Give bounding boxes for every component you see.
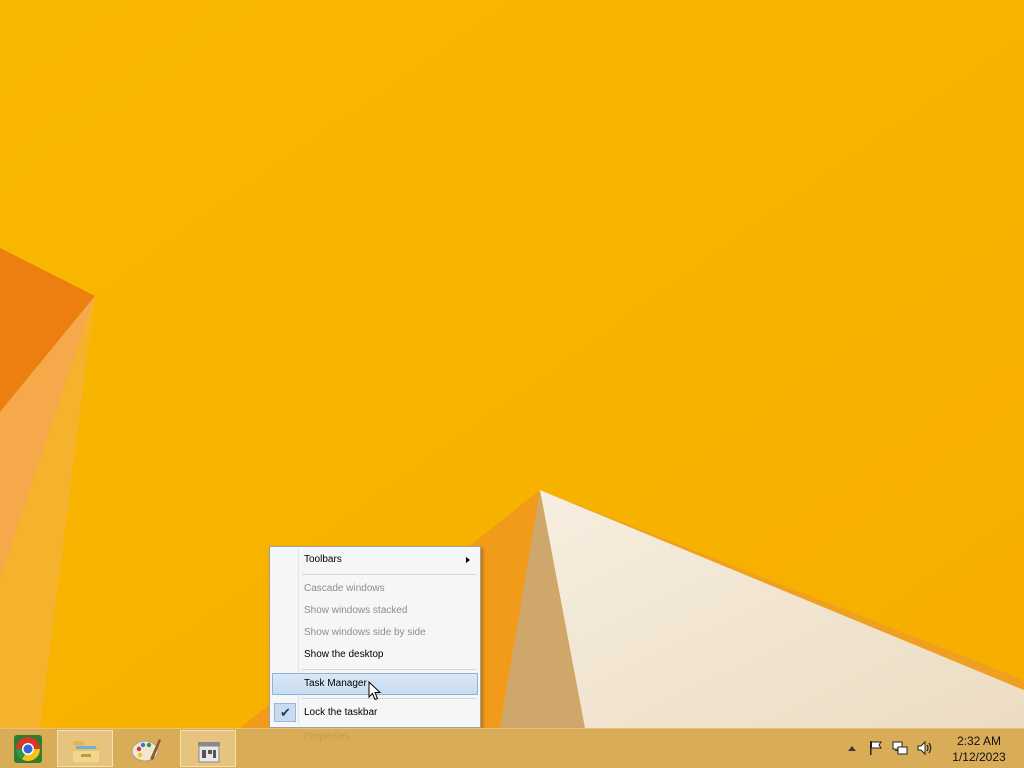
taskbar-clock[interactable]: 2:32 AM 1/12/2023 [940, 733, 1018, 765]
menu-item-properties[interactable]: Properties [304, 731, 350, 742]
menu-item-label: Cascade windows [304, 583, 385, 594]
clock-time: 2:32 AM [956, 734, 1002, 748]
checkmark-icon: ✔ [274, 703, 296, 722]
menu-separator [302, 698, 476, 699]
taskbar-store-button[interactable] [180, 730, 236, 767]
taskbar-file-explorer-button[interactable] [57, 730, 113, 767]
submenu-arrow-icon [466, 557, 470, 563]
chrome-icon [14, 735, 42, 763]
network-icon[interactable] [892, 740, 908, 756]
menu-separator [302, 669, 476, 670]
wallpaper [0, 0, 1024, 728]
menu-item-label: Lock the taskbar [304, 707, 378, 718]
menu-item-label: Toolbars [304, 554, 342, 565]
menu-item-label: Task Manager [304, 678, 367, 689]
action-center-flag-icon[interactable] [868, 740, 884, 756]
mouse-cursor-icon [368, 681, 382, 701]
menu-item-label: Show windows stacked [304, 605, 408, 616]
clock-date: 1/12/2023 [952, 750, 1006, 764]
menu-item-label: Show windows side by side [304, 627, 426, 638]
menu-item-lock-the-taskbar[interactable]: ✔ Lock the taskbar [272, 702, 478, 724]
file-explorer-icon [73, 741, 99, 762]
paint-icon [131, 739, 161, 762]
store-icon [198, 742, 220, 763]
taskbar[interactable]: Properties 2:32 AM 1/12/2023 [0, 728, 1024, 768]
menu-separator [302, 574, 476, 575]
show-hidden-icons-arrow[interactable] [848, 746, 856, 751]
menu-item-show-windows-side-by-side[interactable]: Show windows side by side [272, 622, 478, 644]
menu-item-cascade-windows[interactable]: Cascade windows [272, 578, 478, 600]
menu-item-toolbars[interactable]: Toolbars [272, 549, 478, 571]
menu-item-show-windows-stacked[interactable]: Show windows stacked [272, 600, 478, 622]
taskbar-paint-button[interactable] [118, 730, 174, 767]
volume-icon[interactable] [916, 740, 934, 756]
menu-item-show-the-desktop[interactable]: Show the desktop [272, 644, 478, 666]
taskbar-chrome-button[interactable] [0, 730, 56, 767]
desktop[interactable] [0, 0, 1024, 728]
menu-item-label: Show the desktop [304, 649, 384, 660]
